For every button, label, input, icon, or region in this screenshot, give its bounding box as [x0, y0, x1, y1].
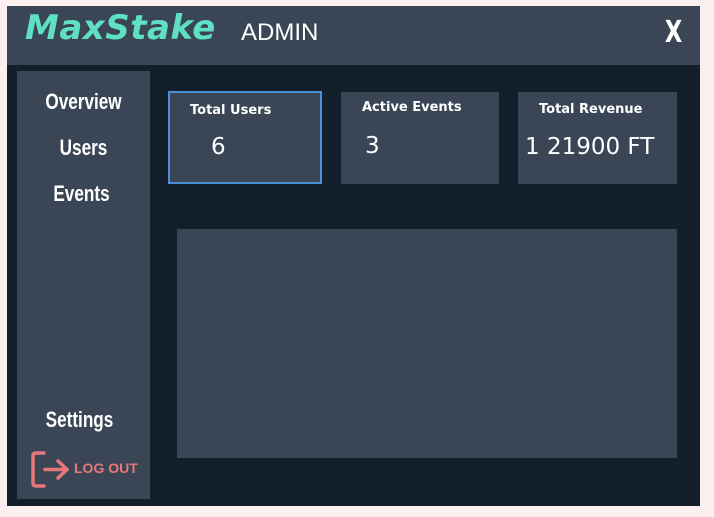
brand-logo: MaxStake	[25, 8, 216, 48]
content-panel	[177, 229, 677, 458]
sidebar-item-events[interactable]: Events	[30, 181, 134, 207]
stat-card-title: Total Revenue	[539, 102, 643, 117]
sidebar-item-overview[interactable]: Overview	[32, 89, 136, 115]
stat-card-total-users[interactable]: Total Users 6	[168, 91, 322, 184]
sidebar-item-users[interactable]: Users	[32, 135, 136, 161]
stat-card-value: 1 21900 FT	[525, 134, 655, 160]
close-button[interactable]: X	[665, 15, 682, 50]
stat-card-active-events[interactable]: Active Events 3	[341, 92, 499, 184]
logout-icon	[31, 451, 69, 488]
stat-card-title: Total Users	[190, 103, 272, 118]
logout-label: LOG OUT	[74, 460, 138, 476]
stat-card-title: Active Events	[362, 100, 462, 115]
logout-button[interactable]: LOG OUT	[31, 450, 141, 490]
top-bar: MaxStake ADMIN X	[7, 6, 700, 65]
page-title: ADMIN	[241, 19, 319, 46]
sidebar: Overview Users Events Settings LOG OUT	[17, 71, 150, 499]
admin-window: MaxStake ADMIN X Overview Users Events S…	[7, 6, 700, 506]
stat-card-value: 6	[211, 134, 226, 160]
stat-card-total-revenue[interactable]: Total Revenue 1 21900 FT	[518, 92, 677, 184]
sidebar-item-settings[interactable]: Settings	[28, 407, 132, 433]
stat-card-value: 3	[365, 133, 380, 159]
